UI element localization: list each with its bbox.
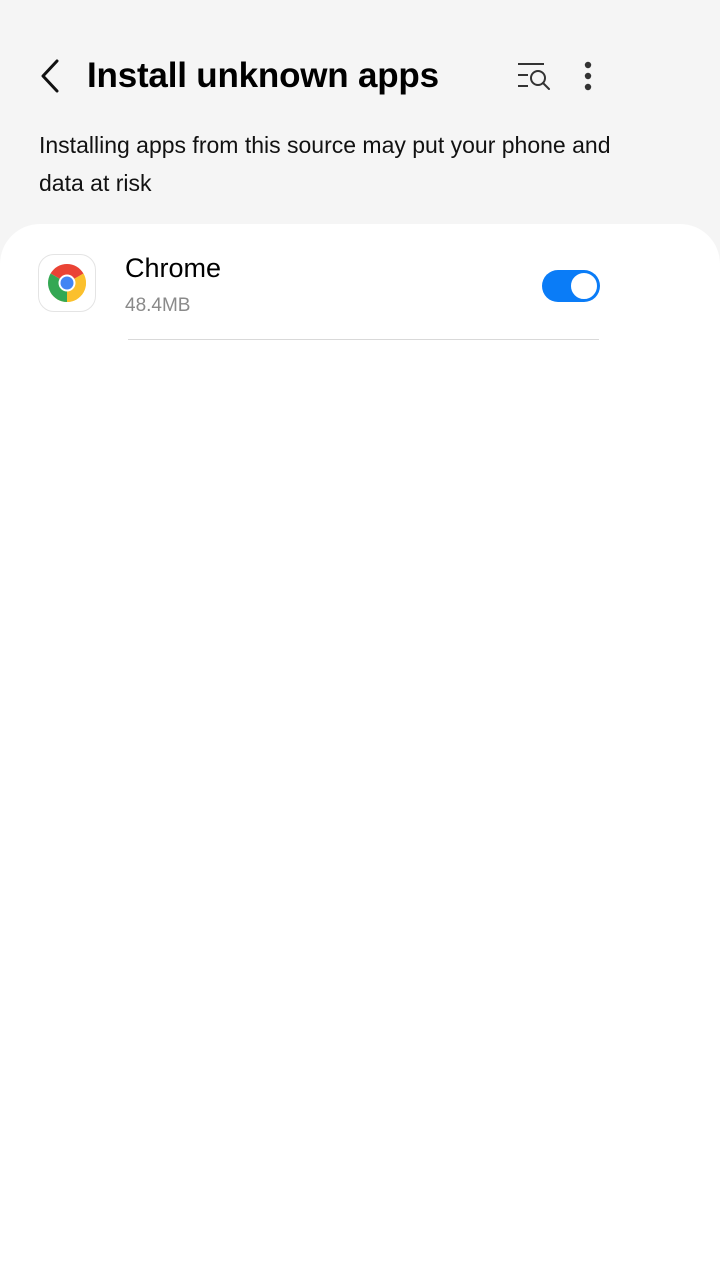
app-name: Chrome — [125, 253, 222, 283]
search-button[interactable] — [510, 52, 558, 100]
list-search-icon — [518, 63, 550, 90]
chrome-icon — [48, 264, 86, 302]
warning-description: Installing apps from this source may put… — [39, 132, 611, 196]
list-item[interactable]: Chrome 48.4MB — [0, 224, 720, 340]
divider — [128, 339, 599, 340]
app-size: 48.4MB — [125, 295, 191, 316]
app-list-card: Chrome 48.4MB — [0, 224, 720, 1280]
toggle-knob — [569, 271, 599, 301]
screen: Install unknown apps Installing apps fro… — [0, 0, 720, 1280]
more-options-button[interactable] — [566, 52, 610, 100]
page-title: Install unknown apps — [87, 56, 439, 95]
back-chevron-icon — [41, 59, 59, 93]
more-vert-icon — [584, 61, 592, 91]
back-button[interactable] — [28, 52, 72, 100]
allow-toggle[interactable] — [542, 270, 600, 302]
app-icon-container — [38, 254, 96, 312]
